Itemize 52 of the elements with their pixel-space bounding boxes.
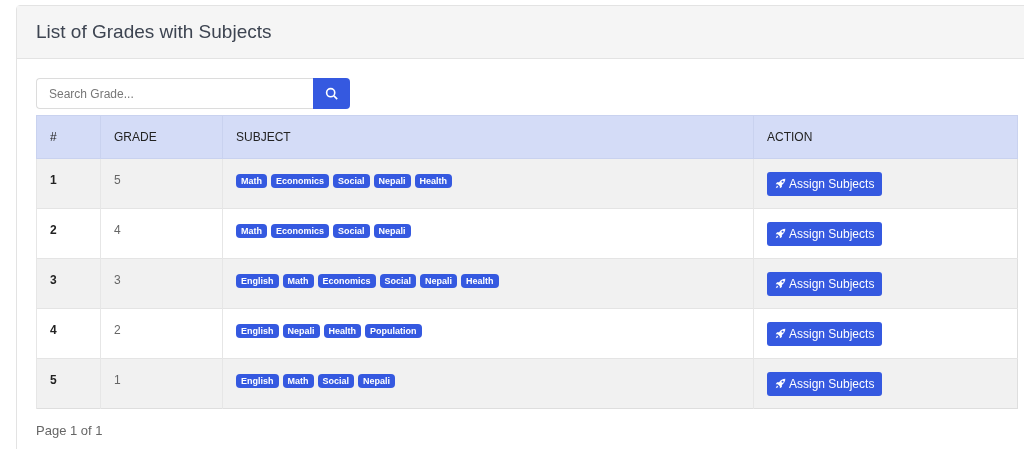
table-cell: 2 — [100, 308, 223, 359]
subject-tag: Economics — [271, 223, 329, 238]
subject-tag: Health — [414, 173, 453, 188]
assign-subjects-button[interactable]: Assign Subjects — [767, 171, 883, 196]
table-cell: 2 — [36, 208, 101, 259]
column-header: GRADE — [100, 115, 223, 159]
pagination-text: Page 1 of 1 — [36, 423, 104, 438]
rocket-icon — [775, 378, 786, 389]
column-header: ACTION — [753, 115, 1018, 159]
rocket-icon — [775, 228, 786, 239]
subject-tag: Population — [365, 323, 422, 338]
subject-tag: Math — [236, 173, 267, 188]
assign-subjects-button[interactable]: Assign Subjects — [767, 371, 883, 396]
subject-tag: Social — [333, 173, 370, 188]
table-cell: 3 — [100, 258, 223, 309]
subject-tag: Economics — [271, 173, 329, 188]
table-cell: 5 — [36, 358, 101, 409]
table-cell: 3 — [36, 258, 101, 309]
assign-subjects-button[interactable]: Assign Subjects — [767, 221, 883, 246]
column-header: # — [36, 115, 101, 159]
table-cell: 4 — [36, 308, 101, 359]
search-field[interactable]: Search Grade... — [36, 78, 313, 109]
table-cell: 5 — [100, 158, 223, 209]
subject-tag: Math — [282, 273, 314, 288]
assign-subjects-button[interactable]: Assign Subjects — [767, 321, 883, 346]
subject-tag: English — [236, 323, 279, 338]
subject-tag: Social — [379, 273, 417, 288]
subject-tag: Nepali — [373, 173, 411, 188]
subject-tag: Nepali — [282, 323, 320, 338]
rocket-icon — [775, 328, 786, 339]
table-cell: 4 — [100, 208, 223, 259]
subject-tag: Economics — [317, 273, 376, 288]
subject-tag: Math — [282, 373, 314, 388]
subject-tag: Nepali — [420, 273, 458, 288]
column-header: SUBJECT — [222, 115, 754, 159]
assign-subjects-button[interactable]: Assign Subjects — [767, 271, 883, 296]
subject-tag: Health — [461, 273, 499, 288]
subject-tag: Social — [317, 373, 355, 388]
subject-tag: English — [236, 273, 279, 288]
subject-tag: Health — [323, 323, 362, 338]
table-cell: 1 — [36, 158, 101, 209]
rocket-icon — [775, 278, 786, 289]
subject-tag: Nepali — [373, 223, 411, 238]
subject-tag: Nepali — [358, 373, 396, 388]
card-title: List of Grades with Subjects — [36, 21, 272, 43]
search-button[interactable] — [313, 78, 350, 109]
subject-tag: English — [236, 373, 279, 388]
search-icon — [325, 87, 338, 100]
subject-tag: Social — [333, 223, 370, 238]
table-cell: 1 — [100, 358, 223, 409]
rocket-icon — [775, 178, 786, 189]
subject-tag: Math — [236, 223, 267, 238]
